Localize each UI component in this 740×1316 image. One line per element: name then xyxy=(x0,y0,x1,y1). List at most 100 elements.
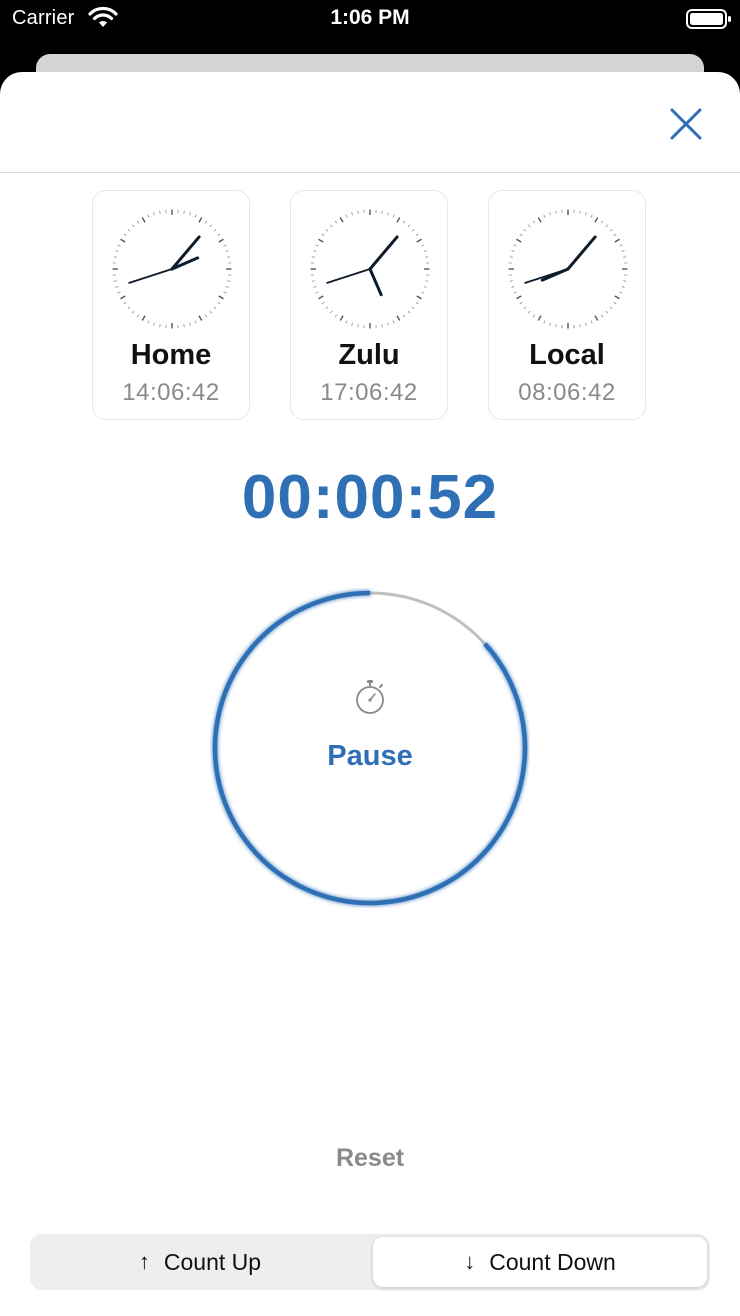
count-mode-segmented-control: ↑ Count Up ↓ Count Down xyxy=(30,1234,710,1290)
stopwatch-icon xyxy=(356,680,384,714)
clock-tick xyxy=(421,244,425,247)
clock-tick xyxy=(532,220,536,224)
clock-tick xyxy=(217,301,221,305)
clock-tick xyxy=(579,210,581,214)
clock-tick xyxy=(609,306,613,310)
clock-name: Local xyxy=(529,339,605,371)
clock-tick xyxy=(141,315,146,321)
second-hand xyxy=(524,268,569,284)
clock-tick xyxy=(543,214,546,218)
clock-tick xyxy=(115,250,119,252)
clock-tick xyxy=(509,256,513,258)
clock-tick xyxy=(416,295,422,300)
clock-tick xyxy=(113,256,117,258)
clock-tick xyxy=(549,322,551,326)
clock-tick xyxy=(189,212,191,216)
clock-tick xyxy=(334,314,338,318)
clock-tick xyxy=(511,286,515,288)
clock-tick xyxy=(345,320,348,324)
hour-hand xyxy=(368,267,383,297)
clock-tick xyxy=(131,310,135,314)
clock-tick xyxy=(153,322,155,326)
clock-tick xyxy=(392,320,395,324)
clock-tick xyxy=(407,224,411,228)
timer-sheet: Home 14:06:42 Zulu 17:06:42 Local 08:06:… xyxy=(0,72,740,1316)
clock-tick xyxy=(513,291,517,294)
clock-tick xyxy=(411,306,415,310)
minute-hand xyxy=(368,235,399,271)
clock-tick xyxy=(509,280,513,282)
clock-tick xyxy=(115,286,119,288)
clock-tick xyxy=(600,314,604,318)
clock-card-zulu: Zulu 17:06:42 xyxy=(290,190,448,420)
clock-tick xyxy=(223,244,227,247)
clock-tick xyxy=(516,295,522,300)
clock-tick xyxy=(590,320,593,324)
clock-tick xyxy=(425,280,429,282)
clock-tick xyxy=(318,295,324,300)
clock-tick xyxy=(613,301,617,305)
clock-tick xyxy=(120,295,126,300)
clock-tick xyxy=(623,256,627,258)
clock-tick xyxy=(402,220,406,224)
clock-tick xyxy=(334,220,338,224)
clock-time: 08:06:42 xyxy=(518,379,616,406)
clock-tick xyxy=(218,295,224,300)
clock-tick xyxy=(194,214,197,218)
clock-tick xyxy=(194,320,197,324)
clock-tick xyxy=(198,315,203,321)
count-down-segment[interactable]: ↓ Count Down xyxy=(373,1237,707,1287)
clock-tick xyxy=(585,322,587,326)
clock-tick xyxy=(357,324,359,328)
clock-tick xyxy=(619,291,623,294)
clock-tick xyxy=(590,214,593,218)
clock-tick xyxy=(416,238,422,243)
clock-tick xyxy=(519,233,523,237)
clock-tick xyxy=(311,280,315,282)
clock-tick xyxy=(407,310,411,314)
clock-tick xyxy=(387,212,389,216)
reset-button[interactable]: Reset xyxy=(300,1144,440,1173)
clock-tick xyxy=(351,322,353,326)
clock-tick xyxy=(189,322,191,326)
clock-card-local: Local 08:06:42 xyxy=(488,190,646,420)
clock-tick xyxy=(614,238,620,243)
clock-tick xyxy=(311,256,315,258)
clock-tick xyxy=(159,324,161,328)
clock-tick xyxy=(329,224,333,228)
clock-tick xyxy=(381,324,383,328)
clock-tick xyxy=(396,315,401,321)
clock-tick xyxy=(213,228,217,232)
close-icon[interactable] xyxy=(664,102,708,146)
minute-hand xyxy=(566,235,597,271)
analog-clock-icon xyxy=(310,209,430,329)
clock-tick xyxy=(415,233,419,237)
clock-tick xyxy=(549,212,551,216)
clock-tick xyxy=(425,256,429,258)
clock-tick xyxy=(136,220,140,224)
clock-card-home: Home 14:06:42 xyxy=(92,190,250,420)
clock-tick xyxy=(204,314,208,318)
clock-tick xyxy=(600,220,604,224)
clock-tick xyxy=(318,238,324,243)
clock-tick xyxy=(153,212,155,216)
count-up-segment[interactable]: ↑ Count Up xyxy=(33,1237,367,1287)
clock-tick xyxy=(227,280,231,282)
clock-tick xyxy=(423,250,427,252)
clock-tick xyxy=(218,238,224,243)
clock-tick xyxy=(217,233,221,237)
clock-time: 17:06:42 xyxy=(320,379,418,406)
pause-button[interactable]: Pause xyxy=(0,740,740,773)
clock-tick xyxy=(381,210,383,214)
clock-tick xyxy=(117,291,121,294)
clock-tick xyxy=(183,324,185,328)
status-time: 1:06 PM xyxy=(330,6,410,29)
clock-tick xyxy=(579,324,581,328)
elapsed-time: 00:00:52 xyxy=(241,463,499,532)
second-hand xyxy=(128,268,173,284)
clock-tick xyxy=(345,214,348,218)
clock-tick xyxy=(523,228,527,232)
clock-tick xyxy=(619,244,623,247)
clock-tick xyxy=(605,224,609,228)
clock-tick xyxy=(321,233,325,237)
